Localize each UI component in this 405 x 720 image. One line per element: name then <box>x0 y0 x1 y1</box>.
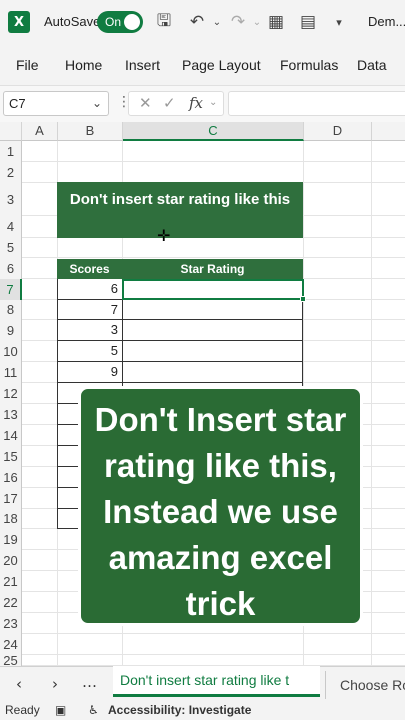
star-rating-cell[interactable] <box>122 320 303 341</box>
move-cursor-icon: ✛ <box>157 226 171 245</box>
row-header-13[interactable]: 13 <box>0 404 22 425</box>
sheet-tab-bar: ‹ › … Don't insert star rating like t Ch… <box>0 666 405 700</box>
score-cell[interactable]: 9 <box>57 362 123 383</box>
column-header-a[interactable]: A <box>22 122 58 141</box>
gridline-row-24 <box>22 654 405 655</box>
gridline-row-23 <box>22 633 405 634</box>
undo-dropdown-icon[interactable]: ⌄ <box>206 11 228 33</box>
row-header-15[interactable]: 15 <box>0 446 22 467</box>
gridline-row-5 <box>22 257 405 258</box>
row-header-12[interactable]: 12 <box>0 383 22 404</box>
active-cell-selection[interactable] <box>122 279 306 302</box>
insert-function-icon[interactable]: fx <box>189 94 203 112</box>
row-header-10[interactable]: 10 <box>0 341 22 362</box>
score-cell[interactable]: 7 <box>57 300 123 320</box>
autosave-toggle[interactable]: On <box>97 11 143 33</box>
score-cell[interactable]: 3 <box>57 320 123 341</box>
excel-logo-icon: X <box>8 11 30 33</box>
document-title[interactable]: Dem... <box>368 14 405 29</box>
enter-icon[interactable]: ✓ <box>163 94 176 112</box>
name-box[interactable]: C7 ⌄ <box>3 91 109 116</box>
row-header-24[interactable]: 24 <box>0 634 22 655</box>
excel-window: X AutoSave On 🖫 ↶ ⌄ ↷ ⌄ ▦ ▤ ▾ Dem... Fil… <box>0 0 405 720</box>
form-icon[interactable]: ▤ <box>297 11 319 33</box>
caption-overlay: Don't Insert star rating like this, Inst… <box>78 386 363 626</box>
row-header-18[interactable]: 18 <box>0 509 22 529</box>
header-star-rating[interactable]: Star Rating <box>122 259 303 279</box>
row-header-21[interactable]: 21 <box>0 571 22 592</box>
row-header-9[interactable]: 9 <box>0 320 22 341</box>
row-header-17[interactable]: 17 <box>0 488 22 509</box>
status-bar: Ready ▣ ♿ Accessibility: Investigate <box>0 700 405 720</box>
column-header-c[interactable]: C <box>123 122 304 141</box>
sheet-title-cell[interactable]: Don't insert star rating like this <box>57 182 303 238</box>
formula-bar: C7 ⌄ ⋮ ✕ ✓ fx ⌄ <box>0 86 405 122</box>
accessibility-status[interactable]: Accessibility: Investigate <box>108 703 251 717</box>
toggle-knob <box>124 14 140 30</box>
macro-record-icon[interactable]: ▣ <box>55 703 66 717</box>
undo-icon[interactable]: ↶ <box>186 11 208 33</box>
gridline-col-3 <box>371 141 372 666</box>
accessibility-icon[interactable]: ♿ <box>88 703 99 717</box>
sheet-tab-choose[interactable]: Choose Ro <box>325 671 405 699</box>
more-sheets-icon[interactable]: … <box>82 673 97 691</box>
tab-home[interactable]: Home <box>65 57 102 73</box>
cancel-icon[interactable]: ✕ <box>139 94 152 112</box>
save-icon[interactable]: 🖫 <box>153 11 175 33</box>
ribbon-tabs: File Home Insert Page Layout Formulas Da… <box>0 44 405 86</box>
row-header-8[interactable]: 8 <box>0 300 22 320</box>
formula-controls: ✕ ✓ fx ⌄ <box>128 91 224 116</box>
row-header-20[interactable]: 20 <box>0 550 22 571</box>
status-ready: Ready <box>5 703 40 717</box>
row-header-14[interactable]: 14 <box>0 425 22 446</box>
row-header-11[interactable]: 11 <box>0 362 22 383</box>
fill-handle[interactable] <box>300 296 306 302</box>
tab-formulas[interactable]: Formulas <box>280 57 338 73</box>
customize-toolbar-icon[interactable]: ▾ <box>328 11 350 33</box>
column-header-e[interactable] <box>372 122 405 141</box>
star-rating-cell[interactable] <box>122 300 303 320</box>
score-cell[interactable]: 5 <box>57 341 123 362</box>
prev-sheet-icon[interactable]: ‹ <box>16 675 22 693</box>
column-header-d[interactable]: D <box>304 122 372 141</box>
select-all-corner[interactable] <box>0 122 22 141</box>
name-box-value: C7 <box>9 96 26 111</box>
row-header-1[interactable]: 1 <box>0 141 22 162</box>
row-header-23[interactable]: 23 <box>0 613 22 634</box>
autosave-label: AutoSave <box>44 14 101 29</box>
table-icon[interactable]: ▦ <box>265 11 287 33</box>
row-header-22[interactable]: 22 <box>0 592 22 613</box>
title-bar: X AutoSave On 🖫 ↶ ⌄ ↷ ⌄ ▦ ▤ ▾ Dem... <box>0 0 405 44</box>
tab-file[interactable]: File <box>16 57 39 73</box>
column-header-b[interactable]: B <box>58 122 123 141</box>
fx-dropdown-icon[interactable]: ⌄ <box>209 97 217 108</box>
row-header-5[interactable]: 5 <box>0 238 22 258</box>
star-rating-cell[interactable] <box>122 341 303 362</box>
chevron-down-icon[interactable]: ⌄ <box>92 92 102 115</box>
row-header-19[interactable]: 19 <box>0 529 22 550</box>
autosave-toggle-label: On <box>105 15 122 29</box>
gridline-row-1 <box>22 161 405 162</box>
star-rating-cell[interactable] <box>122 362 303 383</box>
row-header-7[interactable]: 7 <box>0 279 22 300</box>
tab-insert[interactable]: Insert <box>125 57 160 73</box>
next-sheet-icon[interactable]: › <box>52 675 58 693</box>
row-header-2[interactable]: 2 <box>0 162 22 183</box>
row-header-16[interactable]: 16 <box>0 467 22 488</box>
sheet-tab-active[interactable]: Don't insert star rating like t <box>113 666 320 697</box>
row-header-6[interactable]: 6 <box>0 258 22 279</box>
row-header-4[interactable]: 4 <box>0 216 22 238</box>
formula-input[interactable] <box>228 91 405 116</box>
tab-data[interactable]: Data <box>357 57 387 73</box>
row-header-25[interactable]: 25 <box>0 654 22 667</box>
row-header-3[interactable]: 3 <box>0 183 22 216</box>
score-cell[interactable]: 6 <box>57 279 123 300</box>
header-scores[interactable]: Scores <box>57 259 123 279</box>
tab-page-layout[interactable]: Page Layout <box>182 57 261 73</box>
